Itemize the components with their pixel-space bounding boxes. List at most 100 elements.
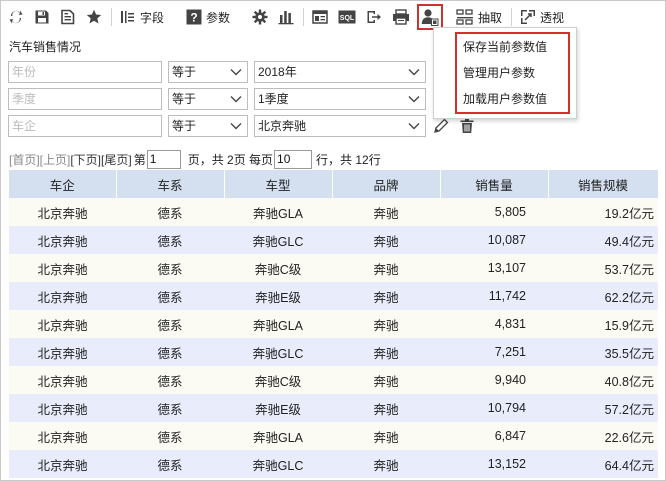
menu-item-save-params[interactable]: 保存当前参数值 (457, 34, 568, 60)
table-row[interactable]: 北京奔驰 德系 奔驰E级 奔驰 11,742 62.2亿元 (9, 282, 658, 310)
table-cell: 9,940 (440, 366, 548, 394)
menu-item-load-params[interactable]: 加载用户参数值 (457, 86, 568, 112)
report-title: 汽车销售情况 (9, 40, 82, 54)
filter-operator-select[interactable]: 等于 (168, 88, 248, 110)
prev-page-link[interactable]: [上页] (40, 151, 71, 168)
filter-value: 北京奔驰 (258, 119, 307, 133)
table-cell: 13,152 (440, 450, 548, 478)
save-icon (35, 10, 49, 24)
column-header[interactable]: 车型 (224, 170, 333, 198)
table-cell: 49.4亿元 (548, 226, 658, 254)
column-header[interactable]: 车系 (116, 170, 225, 198)
layout-button[interactable] (309, 4, 331, 30)
chevron-down-icon (230, 69, 242, 76)
table-row[interactable]: 北京奔驰 德系 奔驰GLA 奔驰 6,847 22.6亿元 (9, 422, 658, 450)
table-row[interactable]: 北京奔驰 德系 奔驰GLA 奔驰 5,805 19.2亿元 (9, 198, 658, 226)
extract-icon (456, 9, 474, 25)
menu-item-manage-params[interactable]: 管理用户参数 (457, 60, 568, 86)
table-cell: 10,794 (440, 394, 548, 422)
column-header[interactable]: 销售量 (440, 170, 549, 198)
save-as-icon (61, 9, 75, 25)
column-header[interactable]: 车企 (9, 170, 117, 198)
table-row[interactable]: 北京奔驰 德系 奔驰E级 奔驰 10,794 57.2亿元 (9, 394, 658, 422)
star-icon (86, 9, 102, 24)
table-row[interactable]: 北京奔驰 德系 奔驰GLC 奔驰 13,152 64.4亿元 (9, 450, 658, 478)
table-row[interactable]: 北京奔驰 德系 奔驰C级 奔驰 9,940 40.8亿元 (9, 366, 658, 394)
toolbar-separator (303, 8, 305, 26)
field-button[interactable]: 字段 (117, 4, 167, 30)
pivot-icon (521, 10, 536, 24)
page-size-input[interactable]: 10 (274, 149, 313, 169)
delete-filter-button[interactable] (459, 118, 475, 134)
table-cell: 奔驰 (332, 310, 440, 338)
column-header[interactable]: 销售规模 (548, 170, 659, 198)
table-cell: 德系 (116, 394, 224, 422)
field-icon (121, 11, 134, 23)
column-header[interactable]: 品牌 (332, 170, 441, 198)
table-cell: 11,742 (440, 282, 548, 310)
trash-icon (460, 118, 474, 133)
param-button[interactable]: ? 参数 (183, 4, 233, 30)
chevron-down-icon (408, 96, 420, 103)
table-cell: 北京奔驰 (9, 310, 116, 338)
table-cell: 15.9亿元 (548, 310, 658, 338)
table-cell: 57.2亿元 (548, 394, 658, 422)
layout-icon (312, 10, 328, 24)
save-button[interactable] (31, 4, 53, 30)
printer-icon (393, 9, 410, 25)
table-cell: 北京奔驰 (9, 394, 116, 422)
table-row[interactable]: 北京奔驰 德系 奔驰C级 奔驰 13,107 53.7亿元 (9, 254, 658, 282)
sql-button[interactable]: SQL (335, 4, 359, 30)
table-cell: 德系 (116, 338, 224, 366)
settings-button[interactable] (249, 4, 271, 30)
table-cell: 德系 (116, 366, 224, 394)
export-button[interactable] (363, 4, 385, 30)
table-cell: 奔驰E级 (224, 282, 332, 310)
table-cell: 北京奔驰 (9, 338, 116, 366)
table-cell: 北京奔驰 (9, 450, 116, 478)
table-row[interactable]: 北京奔驰 德系 奔驰GLC 奔驰 10,087 49.4亿元 (9, 226, 658, 254)
user-param-menu: 保存当前参数值 管理用户参数 加载用户参数值 (433, 27, 577, 119)
page-number-input[interactable]: 1 (146, 149, 181, 169)
table-cell: 奔驰 (332, 366, 440, 394)
next-page-link[interactable]: [下页] (70, 151, 101, 168)
table-cell: 德系 (116, 198, 224, 226)
table-cell: 6,847 (440, 422, 548, 450)
filter-operator-select[interactable]: 等于 (168, 61, 248, 83)
last-page-link[interactable]: [尾页] (101, 151, 132, 168)
table-cell: 德系 (116, 282, 224, 310)
chart-button[interactable] (275, 4, 297, 30)
save-as-button[interactable] (57, 4, 79, 30)
chevron-down-icon (230, 123, 242, 130)
filter-field-input[interactable]: 车企 (8, 115, 162, 137)
filter-value-select[interactable]: 1季度 (254, 88, 426, 110)
gear-icon (252, 9, 268, 25)
favorite-button[interactable] (83, 4, 105, 30)
filter-value-select[interactable]: 2018年 (254, 61, 426, 83)
table-row[interactable]: 北京奔驰 德系 奔驰GLA 奔驰 4,831 15.9亿元 (9, 310, 658, 338)
filter-value: 2018年 (258, 65, 297, 79)
question-icon: ? (186, 9, 202, 25)
table-row[interactable]: 北京奔驰 德系 奔驰GLC 奔驰 7,251 35.5亿元 (9, 338, 658, 366)
filter-field-input[interactable]: 季度 (8, 88, 162, 110)
table-cell: 22.6亿元 (548, 422, 658, 450)
table-cell: 奔驰GLC (224, 226, 332, 254)
filter-row-company: 车企 等于 北京奔驰 (8, 114, 485, 138)
filter-row-quarter: 季度 等于 1季度 (8, 87, 459, 111)
table-cell: 德系 (116, 450, 224, 478)
table-cell: 64.4亿元 (548, 450, 658, 478)
print-button[interactable] (389, 4, 413, 30)
refresh-icon (9, 10, 23, 24)
table-cell: 奔驰 (332, 254, 440, 282)
table-cell: 40.8亿元 (548, 366, 658, 394)
table-cell: 4,831 (440, 310, 548, 338)
edit-filter-button[interactable] (433, 118, 449, 134)
first-page-link[interactable]: [首页] (9, 151, 40, 168)
user-settings-icon (421, 9, 439, 26)
filter-field-input[interactable]: 年份 (8, 61, 162, 83)
table-cell: 奔驰C级 (224, 254, 332, 282)
table-cell: 北京奔驰 (9, 282, 116, 310)
filter-value-select[interactable]: 北京奔驰 (254, 115, 426, 137)
refresh-button[interactable] (5, 4, 27, 30)
filter-operator-select[interactable]: 等于 (168, 115, 248, 137)
